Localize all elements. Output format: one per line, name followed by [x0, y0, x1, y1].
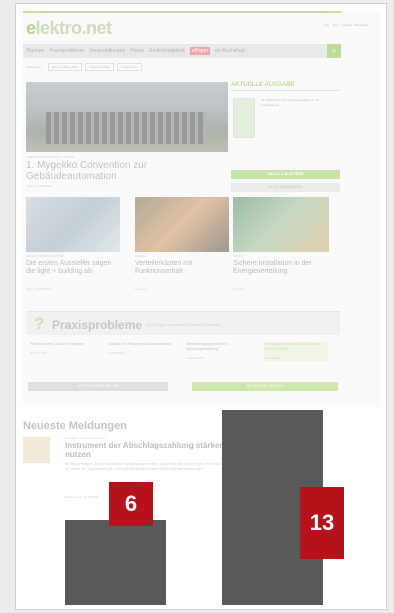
- card-image-fire[interactable]: [135, 197, 229, 252]
- card-title[interactable]: Sichere Installation in der Energieverte…: [233, 260, 325, 276]
- news-tag: NORMEN & VORSCHRIFTEN: [65, 436, 106, 440]
- card-date: Anzeige: [135, 287, 146, 291]
- question-date: am 28.08.2024: [264, 357, 281, 360]
- number-badge-13: 13: [300, 487, 344, 559]
- nav-item-praxisprobleme[interactable]: Praxisprobleme: [49, 48, 84, 54]
- news-title[interactable]: Instrument der Abschlagszahlung stärker …: [65, 441, 225, 459]
- issue-subscribe-button[interactable]: JETZT ABONNIEREN: [231, 183, 340, 192]
- nav-item-elektrohelpdesk[interactable]: Elektrohelpdesk: [149, 48, 185, 54]
- number-badge-6: 6: [109, 482, 153, 526]
- main-nav: Themen Praxisprobleme Veranstaltungen Pr…: [23, 44, 341, 58]
- issue-text: de 6/2024 Jetzt die aktuelle Ausgabe der…: [261, 98, 320, 107]
- question-title: Überspannungsschutz für Ein-Kabel-Anschl…: [264, 342, 322, 351]
- ask-question-button[interactable]: FACHFRAGE STELLEN: [192, 382, 338, 391]
- nav-item-shop[interactable]: de-Buchshop: [215, 48, 244, 54]
- praxis-title[interactable]: Praxisprobleme: [52, 318, 142, 332]
- nav-item-epaper[interactable]: ePaper: [190, 47, 211, 55]
- nav-item-preise[interactable]: Preise: [130, 48, 144, 54]
- question-date: am 28.08.2024: [186, 357, 203, 360]
- card-title[interactable]: Verteilerkästen mit Funktionserhalt: [135, 260, 227, 276]
- card-image-building[interactable]: [26, 197, 120, 252]
- question-date: am 01.09.2024: [30, 352, 47, 355]
- logo-letter: e: [26, 18, 36, 38]
- issue-read-button[interactable]: INHALT & BLÄTTERN: [231, 170, 340, 179]
- issue-cover[interactable]: [233, 98, 255, 138]
- question-title: Verdrahtungsquerschnitt in Wohnungsverte…: [186, 342, 228, 351]
- issue-heading: AKTUELLE AUSGABE: [231, 82, 340, 91]
- site-logo[interactable]: elektro.net: [26, 18, 112, 39]
- card-date: Anzeige: [233, 287, 244, 291]
- news-teaser: Bei Bauverträgen, die auf Stundenlohn ge…: [65, 462, 231, 471]
- hero-category: GEBÄUDEAUTOMATION · PRAXIS: [26, 155, 75, 159]
- search-icon[interactable]: ⌕: [327, 44, 341, 58]
- card-tag: MESSEN & VERANSTALTUNGEN: [26, 255, 65, 258]
- question-item[interactable]: Überspannungsschutz für Ein-Kabel-Anschl…: [264, 342, 328, 361]
- brand-stripe: [23, 11, 341, 13]
- praxis-header: ? Praxisprobleme Ihre Fragen an unsere B…: [26, 311, 340, 335]
- question-item[interactable]: Verdrahtungsquerschnitt in Wohnungsverte…: [186, 342, 250, 361]
- news-thumbnail[interactable]: [23, 437, 50, 463]
- question-title: Prüffristen bei E-Check-Prüfungen: [30, 342, 84, 346]
- card-date: News · 30.08.2024: [26, 287, 52, 291]
- card-tag: ANZEIGE: [233, 255, 244, 258]
- news-heading: Neueste Meldungen: [23, 420, 127, 432]
- question-item[interactable]: Qualität von Prüfung und Dokumentation am…: [108, 342, 172, 356]
- praxis-subtitle: Ihre Fragen an unsere Branchen-Experten: [146, 322, 222, 327]
- hero-title[interactable]: 1. Mygekko Convention zur Gebäudeautomat…: [26, 160, 226, 182]
- topic-chip[interactable]: Elektromobilität: [85, 63, 114, 71]
- nav-item-themen[interactable]: Themen: [26, 48, 44, 54]
- news-date: Empfehlung · 30.08.2024: [65, 495, 99, 499]
- hero-image[interactable]: [26, 82, 228, 152]
- card-tag: ANZEIGE: [135, 255, 146, 258]
- question-title: Qualität von Prüfung und Dokumentation: [108, 342, 172, 346]
- hero-date: News · 30.08.2024: [26, 184, 52, 188]
- topic-label: Topthemen:: [26, 65, 42, 69]
- question-date: am 29.08.2024: [108, 352, 125, 355]
- card-title[interactable]: Die ersten Aussteller sagen die light + …: [26, 260, 118, 276]
- hero-crowd: [46, 112, 206, 144]
- topic-chip[interactable]: Smart Home: [116, 63, 142, 71]
- ad-placeholder-left: [65, 520, 166, 605]
- top-links[interactable]: Abo · Jobs · Kontakt · Newsletter: [324, 23, 368, 27]
- question-mark-icon: ?: [34, 314, 45, 333]
- current-issue-box: AKTUELLE AUSGABE de 6/2024 Jetzt die akt…: [231, 82, 340, 197]
- topic-bar: Topthemen: light + building 2024 Elektro…: [23, 63, 341, 71]
- nav-item-veranstaltungen[interactable]: Veranstaltungen: [89, 48, 125, 54]
- question-item[interactable]: Prüffristen bei E-Check-Prüfungen am 01.0…: [30, 342, 94, 356]
- card-image-safety[interactable]: [233, 197, 329, 252]
- logo-text: lektro.net: [35, 18, 113, 38]
- all-questions-button[interactable]: ALLE PRAXISPROBLEME: [28, 382, 168, 391]
- topic-chip[interactable]: light + building 2024: [47, 63, 83, 71]
- website-preview: elektro.net Abo · Jobs · Kontakt · Newsl…: [23, 11, 380, 407]
